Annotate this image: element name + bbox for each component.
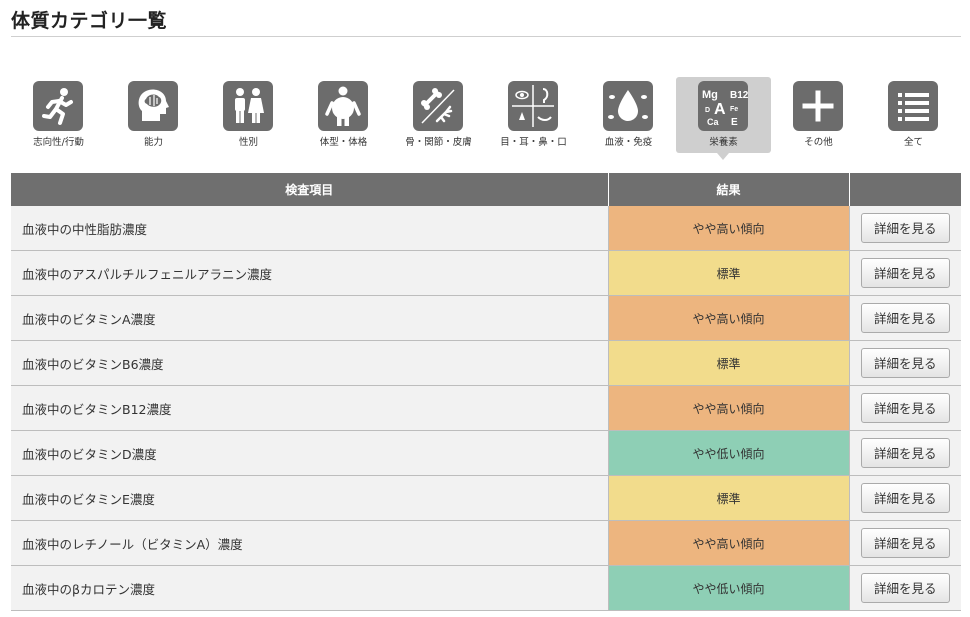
table-row: 血液中のアスパルチルフェニルアラニン濃度 標準 詳細を見る bbox=[11, 250, 961, 296]
test-item-name: 血液中のビタミンA濃度 bbox=[11, 295, 609, 341]
category-label: 体型・体格 bbox=[319, 137, 368, 148]
test-item-name: 血液中のβカロテン濃度 bbox=[11, 565, 609, 611]
action-cell: 詳細を見る bbox=[849, 206, 961, 251]
table-row: 血液中のβカロテン濃度 やや低い傾向 詳細を見る bbox=[11, 565, 961, 611]
column-header-result: 結果 bbox=[608, 173, 850, 206]
table-row: 血液中のレチノール（ビタミンA）濃度 やや高い傾向 詳細を見る bbox=[11, 520, 961, 566]
result-status: やや低い傾向 bbox=[608, 565, 850, 611]
table-row: 血液中のビタミンB6濃度 標準 詳細を見る bbox=[11, 340, 961, 386]
category-tab-behavior[interactable]: 志向性/行動 bbox=[11, 77, 106, 153]
running-person-icon bbox=[33, 81, 83, 131]
view-details-button[interactable]: 詳細を見る bbox=[860, 528, 950, 558]
svg-text:D: D bbox=[705, 107, 710, 114]
result-status: やや高い傾向 bbox=[608, 520, 850, 566]
test-item-name: 血液中のビタミンE濃度 bbox=[11, 475, 609, 521]
result-table: 検査項目 結果 血液中の中性脂肪濃度 やや高い傾向 詳細を見る 血液中のアスパルチルフ… bbox=[11, 173, 961, 611]
svg-text:A: A bbox=[714, 101, 726, 118]
svg-text:Ca: Ca bbox=[707, 117, 719, 127]
view-details-button[interactable]: 詳細を見る bbox=[860, 213, 950, 243]
category-label: 目・耳・鼻・口 bbox=[500, 137, 567, 148]
body-shape-icon bbox=[318, 81, 368, 131]
table-header-row: 検査項目 結果 bbox=[11, 173, 961, 206]
action-cell: 詳細を見る bbox=[849, 295, 961, 341]
svg-text:Fe: Fe bbox=[730, 106, 738, 113]
action-cell: 詳細を見る bbox=[849, 520, 961, 566]
test-item-name: 血液中のビタミンB6濃度 bbox=[11, 340, 609, 386]
category-label: 血液・免疫 bbox=[604, 137, 653, 148]
test-item-name: 血液中のアスパルチルフェニルアラニン濃度 bbox=[11, 250, 609, 296]
view-details-button[interactable]: 詳細を見る bbox=[860, 393, 950, 423]
result-status: やや高い傾向 bbox=[608, 206, 850, 251]
category-label: 志向性/行動 bbox=[33, 137, 84, 148]
active-pointer bbox=[717, 153, 729, 160]
test-item-name: 血液中のビタミンD濃度 bbox=[11, 430, 609, 476]
table-row: 血液中のビタミンE濃度 標準 詳細を見る bbox=[11, 475, 961, 521]
category-tab-body-type[interactable]: 体型・体格 bbox=[296, 77, 391, 153]
category-tab-blood[interactable]: 血液・免疫 bbox=[581, 77, 676, 153]
view-details-button[interactable]: 詳細を見る bbox=[860, 303, 950, 333]
face-senses-icon bbox=[508, 81, 558, 131]
svg-text:Mg: Mg bbox=[702, 89, 718, 101]
category-label: 性別 bbox=[238, 137, 258, 148]
category-tab-bone-skin[interactable]: 骨・関節・皮膚 bbox=[391, 77, 486, 153]
male-female-icon bbox=[223, 81, 273, 131]
result-status: 標準 bbox=[608, 475, 850, 521]
category-bar: 志向性/行動 能力 性別 体型・体格 骨・関節・皮膚 目・耳・鼻・口 血液・免疫… bbox=[11, 77, 961, 160]
blood-drop-icon bbox=[603, 81, 653, 131]
table-row: 血液中のビタミンA濃度 やや高い傾向 詳細を見る bbox=[11, 295, 961, 341]
action-cell: 詳細を見る bbox=[849, 250, 961, 296]
category-label: その他 bbox=[804, 137, 833, 148]
category-label: 能力 bbox=[143, 137, 163, 148]
page-title: 体質カテゴリ一覧 bbox=[11, 10, 168, 32]
nutrients-icon: Mg B12 D A Fe Ca E bbox=[698, 81, 748, 131]
plus-icon bbox=[793, 81, 843, 131]
column-header-action bbox=[849, 173, 961, 206]
title-divider bbox=[11, 36, 961, 37]
bone-skin-icon bbox=[413, 81, 463, 131]
test-item-name: 血液中の中性脂肪濃度 bbox=[11, 206, 609, 251]
test-item-name: 血液中のレチノール（ビタミンA）濃度 bbox=[11, 520, 609, 566]
view-details-button[interactable]: 詳細を見る bbox=[860, 258, 950, 288]
view-details-button[interactable]: 詳細を見る bbox=[860, 348, 950, 378]
brain-head-icon bbox=[128, 81, 178, 131]
category-label: 全て bbox=[903, 137, 923, 148]
category-label: 栄養素 bbox=[709, 137, 738, 148]
category-tab-nutrients[interactable]: Mg B12 D A Fe Ca E 栄養素 bbox=[676, 77, 771, 160]
action-cell: 詳細を見る bbox=[849, 565, 961, 611]
svg-text:E: E bbox=[731, 117, 738, 128]
result-status: 標準 bbox=[608, 250, 850, 296]
table-row: 血液中のビタミンB12濃度 やや高い傾向 詳細を見る bbox=[11, 385, 961, 431]
result-status: 標準 bbox=[608, 340, 850, 386]
category-tab-ability[interactable]: 能力 bbox=[106, 77, 201, 153]
svg-text:B12: B12 bbox=[730, 90, 748, 101]
result-status: やや高い傾向 bbox=[608, 295, 850, 341]
category-tab-senses[interactable]: 目・耳・鼻・口 bbox=[486, 77, 581, 153]
action-cell: 詳細を見る bbox=[849, 340, 961, 386]
category-tab-all[interactable]: 全て bbox=[866, 77, 961, 153]
result-status: やや低い傾向 bbox=[608, 430, 850, 476]
category-label: 骨・関節・皮膚 bbox=[405, 137, 472, 148]
action-cell: 詳細を見る bbox=[849, 430, 961, 476]
table-row: 血液中の中性脂肪濃度 やや高い傾向 詳細を見る bbox=[11, 206, 961, 251]
view-details-button[interactable]: 詳細を見る bbox=[860, 483, 950, 513]
table-row: 血液中のビタミンD濃度 やや低い傾向 詳細を見る bbox=[11, 430, 961, 476]
action-cell: 詳細を見る bbox=[849, 475, 961, 521]
test-item-name: 血液中のビタミンB12濃度 bbox=[11, 385, 609, 431]
action-cell: 詳細を見る bbox=[849, 385, 961, 431]
category-tab-gender[interactable]: 性別 bbox=[201, 77, 296, 153]
view-details-button[interactable]: 詳細を見る bbox=[860, 438, 950, 468]
view-details-button[interactable]: 詳細を見る bbox=[860, 573, 950, 603]
category-tab-other[interactable]: その他 bbox=[771, 77, 866, 153]
result-status: やや高い傾向 bbox=[608, 385, 850, 431]
list-icon bbox=[888, 81, 938, 131]
column-header-item: 検査項目 bbox=[11, 173, 609, 206]
